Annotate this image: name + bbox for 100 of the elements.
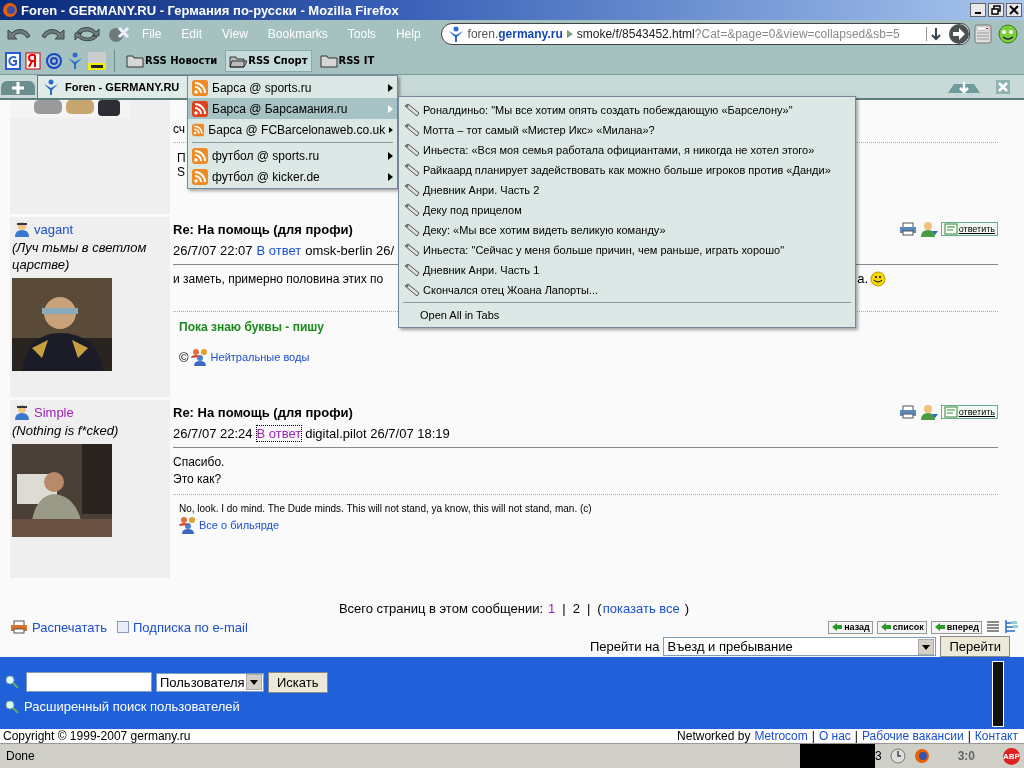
tag-icon bbox=[404, 243, 420, 257]
calculator-icon[interactable] bbox=[974, 23, 992, 44]
minimize-button[interactable] bbox=[970, 3, 986, 17]
forum-link[interactable]: Нейтральные воды bbox=[210, 351, 310, 363]
footer-link[interactable]: О нас bbox=[818, 728, 851, 743]
print-link[interactable]: Распечатать bbox=[32, 619, 107, 635]
menu-item[interactable]: Иньеста: «Вся моя семья работала официантами, я никогда не хотел этого» bbox=[399, 140, 855, 160]
arrow-icon bbox=[831, 622, 844, 632]
post-date: 26/7/07 22:24 bbox=[173, 426, 253, 441]
clock-icon[interactable] bbox=[889, 748, 906, 764]
firefox-icon[interactable] bbox=[913, 748, 930, 764]
folder-icon bbox=[126, 53, 144, 68]
footer-link[interactable]: Контакт bbox=[974, 728, 1018, 743]
new-tab-button[interactable] bbox=[1, 81, 35, 95]
separator-text: | bbox=[586, 600, 591, 616]
bookmark-folder[interactable]: RSS IT bbox=[315, 49, 379, 72]
smiley-icon[interactable] bbox=[996, 22, 1020, 45]
nav-button[interactable]: назад bbox=[828, 620, 873, 634]
reply-button[interactable]: ответить bbox=[940, 405, 998, 419]
tag-icon bbox=[404, 263, 420, 277]
group-icon bbox=[179, 516, 197, 534]
menu-item[interactable]: Роналдиньо: "Мы все хотим опять создать побеждающую «Барселону»" bbox=[399, 100, 855, 120]
post-title: Re: На помощь (для профи) bbox=[173, 404, 353, 420]
firefox-icon bbox=[2, 2, 18, 18]
reply-to-text: digital.pilot 26/7/07 18:19 bbox=[305, 426, 450, 441]
user-search-field[interactable] bbox=[26, 672, 152, 692]
footer-link[interactable]: Рабочие вакансии bbox=[862, 728, 964, 743]
author-link[interactable]: vagant bbox=[34, 221, 74, 237]
pager-label: Всего страниц в этом сообщении: bbox=[338, 600, 544, 616]
scrollbar[interactable] bbox=[992, 661, 1004, 727]
signature-text: Пока знаю буквы - пишу bbox=[179, 320, 325, 334]
close-button[interactable] bbox=[1006, 3, 1022, 17]
reply-link[interactable]: В ответ bbox=[256, 426, 302, 441]
menu-item[interactable]: Open All in Tabs bbox=[399, 305, 855, 325]
menu-item[interactable]: Дневник Анри. Часть 2 bbox=[399, 180, 855, 200]
menu-item[interactable]: Мотта – тот самый «Мистер Икс» «Милана»? bbox=[399, 120, 855, 140]
tag-icon bbox=[404, 163, 420, 177]
nav-button[interactable]: вперед bbox=[930, 620, 982, 634]
menu-item[interactable]: Скончался отец Жоана Лапорты... bbox=[399, 280, 855, 300]
show-all-link[interactable]: показать все bbox=[602, 600, 680, 616]
tag-icon bbox=[404, 203, 420, 217]
submenu-arrow-icon bbox=[388, 104, 393, 113]
user-icon[interactable] bbox=[919, 404, 938, 420]
reply-button[interactable]: ответить bbox=[940, 222, 998, 236]
menu-item[interactable]: Барса @ Барсамания.ru bbox=[188, 98, 397, 119]
list-icon[interactable] bbox=[986, 620, 1000, 634]
rss-icon bbox=[192, 147, 208, 164]
menu-item[interactable]: Деку: «Мы все хотим видеть великую команду» bbox=[399, 220, 855, 240]
database-icon[interactable] bbox=[87, 50, 107, 71]
address-field[interactable]: foren.germany.ru smoke/f/8543452.html?Cat=&page=0&view=collapsed&sb=5 bbox=[440, 22, 970, 45]
bookmark-folder[interactable]: RSS Новости bbox=[122, 49, 222, 72]
credits-label: Networked by bbox=[677, 728, 751, 743]
tree-icon[interactable] bbox=[1004, 619, 1018, 635]
advanced-search-link[interactable]: Расширенный поиск пользователей bbox=[24, 699, 240, 714]
restore-button[interactable] bbox=[988, 3, 1004, 17]
printer-icon[interactable] bbox=[10, 620, 28, 634]
menu-item[interactable]: Дневник Анри. Часть 1 bbox=[399, 260, 855, 280]
separator-text: | bbox=[967, 728, 971, 743]
bracket-text: ( bbox=[597, 600, 602, 616]
post-text: S bbox=[177, 165, 186, 179]
printer-icon[interactable] bbox=[898, 405, 917, 419]
bookmark-folder[interactable]: RSS Спорт bbox=[225, 49, 312, 72]
menu-item[interactable]: футбол @ sports.ru bbox=[188, 145, 397, 166]
footer-link[interactable]: Metrocom bbox=[754, 728, 808, 743]
forum-select[interactable]: Въезд и пребывание bbox=[663, 637, 937, 656]
bookmark-icon[interactable] bbox=[25, 51, 41, 70]
forum-link[interactable]: Все о бильярде bbox=[199, 519, 280, 531]
author-link[interactable]: Simple bbox=[34, 404, 74, 420]
signature-text: No, look. I do mind. The Dude minds. This will not stand, ya know, this will not stand, man. (c) bbox=[179, 503, 593, 514]
adblock-icon[interactable]: ABP bbox=[1003, 747, 1020, 765]
tag-icon bbox=[404, 223, 420, 237]
reply-link[interactable]: В ответ bbox=[256, 243, 302, 258]
group-icon bbox=[190, 348, 209, 366]
search-button[interactable]: Искать bbox=[268, 671, 328, 693]
folder-icon bbox=[319, 53, 338, 68]
menu-item[interactable]: Райкаард планирует задействовать как можно больше игроков против «Данди» bbox=[399, 160, 855, 180]
submenu-arrow-icon bbox=[388, 172, 393, 181]
score-text: 3:0 bbox=[956, 749, 976, 763]
bookmark-icon[interactable] bbox=[5, 51, 21, 70]
nav-button[interactable]: список bbox=[876, 620, 927, 634]
menu-item[interactable]: Деку под прицелом bbox=[399, 200, 855, 220]
menu-item[interactable]: Иньеста: "Сейчас у меня больше причин, чем раньше, играть хорошо" bbox=[399, 240, 855, 260]
printer-icon[interactable] bbox=[898, 222, 917, 236]
menu-item[interactable]: футбол @ kicker.de bbox=[188, 166, 397, 187]
page-link[interactable]: 1 bbox=[548, 600, 556, 616]
submenu-arrow-icon bbox=[388, 151, 393, 160]
go-button[interactable]: Перейти bbox=[940, 636, 1010, 657]
author-tagline: (Nothing is f*cked) bbox=[12, 422, 120, 439]
jump-label: Перейти на bbox=[589, 639, 660, 654]
menu-item[interactable]: Барса @ FCBarcelonaweb.co.uk bbox=[188, 119, 397, 140]
subscribe-link[interactable]: Подписка по e-mail bbox=[133, 619, 248, 635]
folder-icon bbox=[229, 53, 248, 68]
go-icon[interactable] bbox=[949, 22, 969, 45]
bracket-text: ) bbox=[684, 600, 690, 616]
scope-select[interactable]: Пользователя bbox=[156, 672, 264, 692]
separator-text: | bbox=[854, 728, 858, 743]
user-icon[interactable] bbox=[919, 221, 938, 237]
user-icon bbox=[14, 221, 30, 237]
rss-icon bbox=[192, 79, 208, 96]
post-text: сч bbox=[173, 122, 186, 136]
